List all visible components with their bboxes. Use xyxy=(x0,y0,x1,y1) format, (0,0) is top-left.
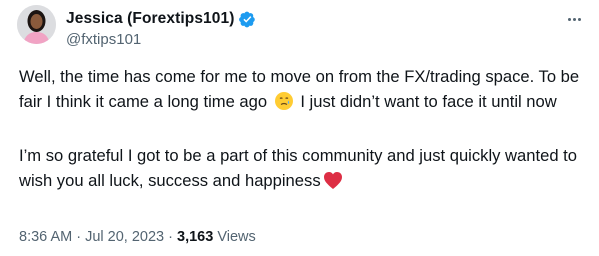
meta-separator: · xyxy=(72,229,86,245)
tweet-date[interactable]: Jul 20, 2023 xyxy=(85,229,164,245)
crying-face-emoji xyxy=(274,91,294,118)
tweet-time[interactable]: 8:36 AM xyxy=(19,229,72,245)
tweet-meta: 8:36 AM · Jul 20, 2023 · 3,163 Views xyxy=(19,229,256,245)
tweet-header: Jessica (Forextips101) @fxtips101 xyxy=(66,9,256,48)
name-row: Jessica (Forextips101) xyxy=(66,9,256,29)
dot xyxy=(577,17,581,21)
avatar-image xyxy=(17,5,56,44)
red-heart-emoji xyxy=(323,171,343,197)
tweet-paragraph-2: I’m so grateful I got to be a part of th… xyxy=(19,143,589,197)
verified-badge-icon xyxy=(239,11,256,27)
views-count: 3,163 xyxy=(177,229,214,245)
tweet-paragraph-1: Well, the time has come for me to move o… xyxy=(19,64,589,118)
dot xyxy=(567,17,571,21)
views-label: Views xyxy=(213,229,256,245)
dot xyxy=(572,17,576,21)
more-options-icon[interactable] xyxy=(563,12,585,26)
user-handle[interactable]: @fxtips101 xyxy=(66,31,256,48)
meta-separator: · xyxy=(164,229,177,245)
tweet-text-segment: I just didn’t want to face it until now xyxy=(295,92,557,111)
tweet: Jessica (Forextips101) @fxtips101 Well, … xyxy=(0,0,599,256)
tweet-text-segment: I’m so grateful I got to be a part of th… xyxy=(19,146,578,190)
tweet-text: Well, the time has come for me to move o… xyxy=(19,64,589,197)
avatar[interactable] xyxy=(17,5,56,44)
display-name[interactable]: Jessica (Forextips101) xyxy=(66,10,234,28)
